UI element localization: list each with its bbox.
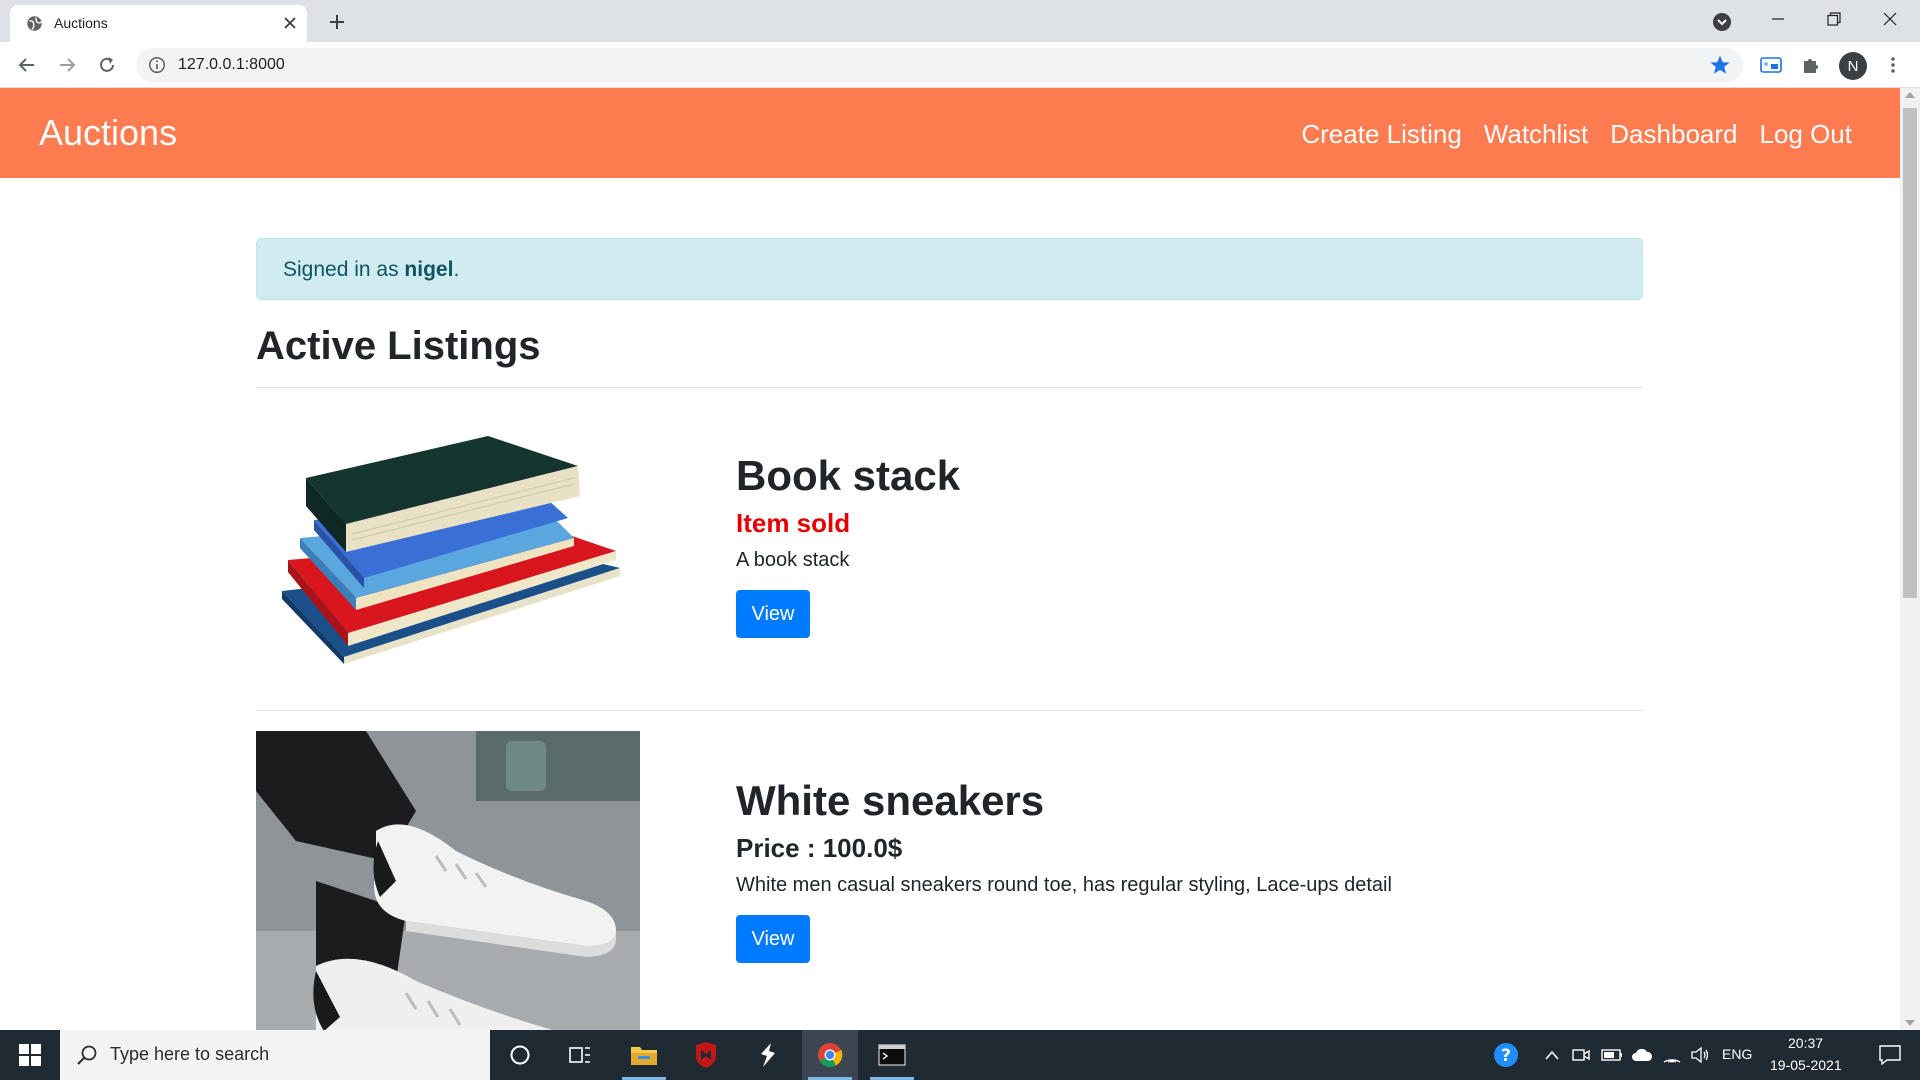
listing-title: White sneakers [736,777,1045,824]
site-brand[interactable]: Auctions [39,112,177,154]
site-navbar: Auctions Create Listing Watchlist Dashbo… [0,88,1900,178]
notifications-icon[interactable] [1862,1030,1918,1080]
more-menu-icon[interactable] [1880,52,1906,78]
svg-text:?: ? [1501,1046,1511,1066]
nav-log-out[interactable]: Log Out [1759,119,1852,150]
terminal-icon[interactable] [864,1030,920,1080]
language-indicator[interactable]: ENG [1722,1046,1752,1062]
nav-create-listing[interactable]: Create Listing [1301,119,1461,150]
close-tab-icon[interactable] [280,13,300,33]
main-container: Signed in as nigel. Active Listings Book… [256,238,1643,1030]
tab-title: Auctions [54,15,108,31]
view-button[interactable]: View [736,590,810,638]
new-tab-plus-icon[interactable] [324,9,350,35]
forward-arrow-icon[interactable] [54,52,80,78]
nav-dashboard[interactable]: Dashboard [1610,119,1737,150]
listing-details: White sneakers Price : 100.0$ White men … [736,777,1392,963]
meet-now-icon[interactable] [1568,1030,1594,1080]
browser-tab[interactable]: Auctions [10,5,307,42]
listing-title: Book stack [736,452,961,499]
battery-icon[interactable] [1598,1030,1626,1080]
sublime-text-icon[interactable] [740,1030,796,1080]
browser-tab-strip: Auctions [0,0,1920,42]
cortana-icon[interactable] [492,1030,548,1080]
book-stack-image [282,436,620,664]
page-scrollbar[interactable] [1900,88,1920,1030]
chrome-icon[interactable] [802,1030,858,1080]
tab-search-icon[interactable] [1710,10,1734,34]
view-button[interactable]: View [736,915,810,963]
nav-links: Create Listing Watchlist Dashboard Log O… [1301,119,1852,150]
listing-status: Item sold [736,508,851,538]
minimize-window-icon[interactable] [1750,0,1806,38]
page-viewport: Auctions Create Listing Watchlist Dashbo… [0,88,1920,1030]
extensions-puzzle-icon[interactable] [1798,52,1824,78]
taskbar-search-placeholder: Type here to search [110,1044,270,1064]
volume-icon[interactable] [1686,1030,1714,1080]
nav-watchlist[interactable]: Watchlist [1484,119,1589,150]
listing-description: A book stack [736,549,850,571]
alert-username: nigel [404,258,454,281]
chevron-up-icon[interactable] [1540,1030,1564,1080]
taskbar-search-box[interactable]: Type here to search [60,1030,490,1080]
scrollbar-thumb[interactable] [1903,108,1917,598]
url-text[interactable]: 127.0.0.1:8000 [178,56,285,74]
signed-in-alert: Signed in as nigel. [256,238,1643,300]
file-explorer-icon[interactable] [616,1030,672,1080]
bookmark-star-icon[interactable] [1709,54,1731,76]
white-sneakers-image [256,731,640,1030]
reload-icon[interactable] [94,52,120,78]
clock-date[interactable]: 19-05-2021 [1770,1057,1842,1073]
page-title: Active Listings [256,324,541,368]
mcafee-icon[interactable] [678,1030,734,1080]
listing-details: Book stack Item sold A book stack View [736,452,960,638]
scroll-up-arrow-icon[interactable] [1905,92,1915,98]
site-info-icon[interactable] [148,56,166,74]
back-arrow-icon[interactable] [14,52,40,78]
search-icon [77,1045,97,1065]
browser-toolbar: 127.0.0.1:8000 N [0,42,1920,88]
globe-icon [27,16,42,31]
listing-price: Price : 100.0$ [736,833,903,863]
windows-taskbar: Type here to search ? ENG 20:37 19-05-20… [0,1030,1920,1080]
alert-suffix: . [453,258,460,281]
address-bar[interactable]: 127.0.0.1:8000 [136,48,1743,82]
listing-item: Book stack Item sold A book stack View [256,388,1643,710]
profile-avatar[interactable]: N [1839,52,1867,80]
windows-start-icon[interactable] [2,1030,58,1080]
wifi-icon[interactable] [1658,1030,1686,1080]
close-window-icon[interactable] [1862,0,1918,38]
help-icon[interactable]: ? [1490,1030,1522,1080]
restore-window-icon[interactable] [1806,0,1862,38]
scroll-down-arrow-icon[interactable] [1905,1020,1915,1026]
onedrive-cloud-icon[interactable] [1628,1030,1656,1080]
listing-description: White men casual sneakers round toe, has… [736,874,1392,896]
cast-media-icon[interactable] [1758,52,1784,78]
task-view-icon[interactable] [552,1030,608,1080]
alert-prefix: Signed in as [283,258,405,281]
listing-item: White sneakers Price : 100.0$ White men … [256,711,1643,1030]
clock-time[interactable]: 20:37 [1788,1035,1823,1051]
